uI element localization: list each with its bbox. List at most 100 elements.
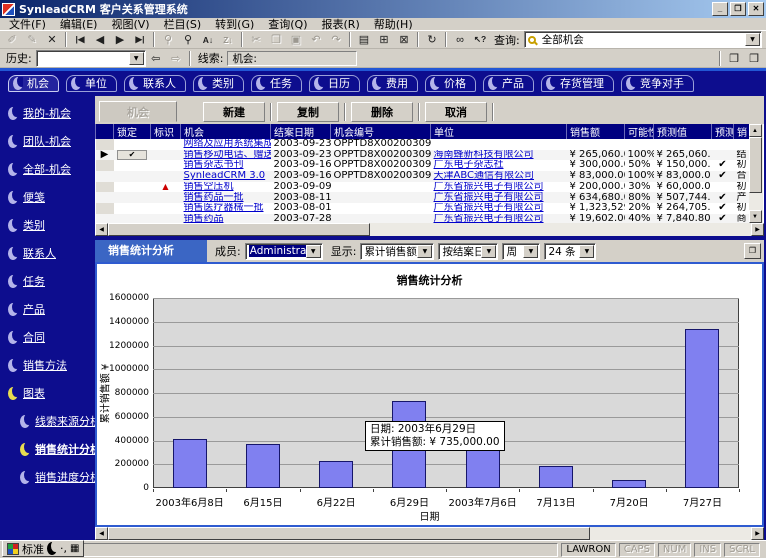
- opportunity-link[interactable]: 销售医疗器械一批: [184, 203, 264, 213]
- column-header[interactable]: 销售额: [567, 124, 625, 139]
- scroll-left-button[interactable]: ◀: [95, 527, 108, 540]
- prev-record-icon[interactable]: ◀: [90, 31, 110, 48]
- copy-icon[interactable]: ❐: [266, 31, 286, 48]
- member-combobox[interactable]: Administrator ▼: [245, 243, 323, 260]
- cut-icon[interactable]: ✂: [246, 31, 266, 48]
- sidebar-item[interactable]: 图表: [0, 379, 95, 407]
- menu-item[interactable]: 视图(V): [104, 16, 156, 32]
- history-combobox[interactable]: ▼: [36, 50, 146, 67]
- scroll-down-button[interactable]: ▼: [749, 210, 762, 223]
- vertical-scrollbar[interactable]: ▲ ▼: [749, 124, 763, 223]
- column-header[interactable]: 可能性: [625, 124, 654, 139]
- sidebar-item[interactable]: 线索来源分析: [0, 407, 95, 435]
- column-header[interactable]: 预测: [712, 124, 734, 139]
- column-header[interactable]: 机会: [181, 124, 271, 139]
- menu-item[interactable]: 报表(R): [315, 16, 367, 32]
- maximize-panel-button[interactable]: ❐: [744, 243, 761, 259]
- table-row[interactable]: 销售杂志书刊2003-09-16OPPTD8X0020030916001广东电子…: [96, 160, 749, 171]
- unit-link[interactable]: 广东省振兴电子有限公司: [434, 192, 544, 202]
- dropdown-arrow-icon[interactable]: ▼: [745, 33, 760, 46]
- scrollbar-thumb[interactable]: [749, 137, 762, 193]
- chart-bar[interactable]: [246, 444, 280, 488]
- opportunity-link[interactable]: 销售杂志书刊: [184, 160, 244, 170]
- sidebar-item[interactable]: 全部-机会: [0, 155, 95, 183]
- table-row[interactable]: 销售药品一批2003-08-11广东省振兴电子有限公司¥ 634,680.008…: [96, 192, 749, 203]
- sidebar-item[interactable]: 便笺: [0, 183, 95, 211]
- scroll-up-button[interactable]: ▲: [749, 124, 762, 137]
- forward-button[interactable]: ⇨: [166, 50, 186, 67]
- tab-item[interactable]: 价格: [425, 75, 476, 92]
- search-document-icon[interactable]: ⚲: [178, 31, 198, 48]
- action-button-1[interactable]: 复制: [277, 102, 339, 122]
- sidebar-item[interactable]: 团队-机会: [0, 127, 95, 155]
- tab-item[interactable]: 竞争对手: [621, 75, 694, 92]
- help-pointer-icon[interactable]: ↖?: [470, 31, 490, 48]
- column-header[interactable]: 预测值: [654, 124, 712, 139]
- table-row[interactable]: ▲销售空压机2003-09-09广东省振兴电子有限公司¥ 200,000.003…: [96, 182, 749, 193]
- column-header[interactable]: 销: [734, 124, 749, 139]
- minimize-button[interactable]: _: [712, 2, 728, 16]
- first-record-icon[interactable]: |◀: [70, 31, 90, 48]
- chart-bar[interactable]: [685, 329, 719, 488]
- period-combobox[interactable]: 周 ▼: [502, 243, 540, 260]
- undo-icon[interactable]: ↶: [306, 31, 326, 48]
- redo-icon[interactable]: ↷: [326, 31, 346, 48]
- display-combobox[interactable]: 累计销售额 ▼: [360, 243, 434, 260]
- ime-toolbar[interactable]: 标准 ·, ▦: [2, 540, 84, 557]
- sort-descending-icon[interactable]: Z↓: [218, 31, 238, 48]
- sidebar-item[interactable]: 销售进度分析: [0, 463, 95, 491]
- chart-bar[interactable]: [319, 461, 353, 488]
- tab-item[interactable]: 日历: [309, 75, 360, 92]
- back-button[interactable]: ⇦: [146, 50, 166, 67]
- ime-logo-icon[interactable]: [7, 543, 19, 555]
- tab-active[interactable]: 机会: [8, 75, 59, 92]
- menu-item[interactable]: 栏目(S): [157, 16, 209, 32]
- column-header[interactable]: 单位: [431, 124, 567, 139]
- opportunity-link[interactable]: SynleadCRM 3.0: [184, 171, 266, 181]
- next-record-icon[interactable]: ▶: [110, 31, 130, 48]
- table-row[interactable]: 销售医疗器械一批2003-08-01广东省振兴电子有限公司¥ 1,323,529…: [96, 203, 749, 214]
- menu-item[interactable]: 转到(G): [208, 16, 261, 32]
- print-icon[interactable]: ▤: [354, 31, 374, 48]
- layout-view-icon[interactable]: ❒: [724, 50, 744, 67]
- search-icon[interactable]: ⚲: [158, 31, 178, 48]
- opportunity-link[interactable]: 销售空压机: [184, 182, 234, 192]
- action-button-3[interactable]: 取消: [425, 102, 487, 122]
- scroll-left-button[interactable]: ◀: [95, 223, 108, 236]
- dropdown-arrow-icon[interactable]: ▼: [417, 245, 432, 258]
- table-row[interactable]: ▶✔销售移动电话、赠送2003-09-23OPPTD8X002003092300…: [96, 150, 749, 161]
- opportunity-link[interactable]: 销售药品一批: [184, 192, 244, 202]
- unit-link[interactable]: 天津ABC通信有限公司: [434, 171, 535, 181]
- tab-item[interactable]: 任务: [251, 75, 302, 92]
- chart-bar[interactable]: [612, 480, 646, 488]
- chart-bar[interactable]: [539, 466, 573, 488]
- unit-link[interactable]: 广东省振兴电子有限公司: [434, 182, 544, 192]
- count-combobox[interactable]: 24 条 ▼: [544, 243, 596, 260]
- ime-fullwidth-icon[interactable]: [47, 542, 57, 555]
- sidebar-item[interactable]: 销售方法: [0, 351, 95, 379]
- last-record-icon[interactable]: ▶|: [130, 31, 150, 48]
- horizontal-scrollbar[interactable]: ◀ ▶: [95, 527, 764, 540]
- sort-ascending-icon[interactable]: A↓: [198, 31, 218, 48]
- tab-item[interactable]: 联系人: [124, 75, 186, 92]
- close-button[interactable]: ✕: [748, 2, 764, 16]
- new-record-icon[interactable]: ✐: [2, 31, 22, 48]
- unit-link[interactable]: 海南蜂新科技有限公司: [434, 150, 534, 160]
- restore-button[interactable]: ❐: [730, 2, 746, 16]
- sidebar-item[interactable]: 我的-机会: [0, 99, 95, 127]
- menu-item[interactable]: 文件(F): [2, 16, 53, 32]
- sidebar-item[interactable]: 任务: [0, 267, 95, 295]
- ime-mode-label[interactable]: 标准: [22, 541, 44, 557]
- menu-item[interactable]: 帮助(H): [367, 16, 420, 32]
- sidebar-item[interactable]: 类别: [0, 211, 95, 239]
- menu-item[interactable]: 编辑(E): [53, 16, 105, 32]
- tab-item[interactable]: 类别: [193, 75, 244, 92]
- dropdown-arrow-icon[interactable]: ▼: [481, 245, 496, 258]
- column-header[interactable]: 标识: [151, 124, 181, 139]
- opportunity-link[interactable]: 网络及应用系统集成: [184, 139, 271, 149]
- dropdown-arrow-icon[interactable]: ▼: [129, 52, 144, 65]
- tab-item[interactable]: 费用: [367, 75, 418, 92]
- edit-record-icon[interactable]: ✎: [22, 31, 42, 48]
- unit-link[interactable]: 广东省振兴电子有限公司: [434, 203, 544, 213]
- scrollbar-thumb[interactable]: [108, 223, 370, 236]
